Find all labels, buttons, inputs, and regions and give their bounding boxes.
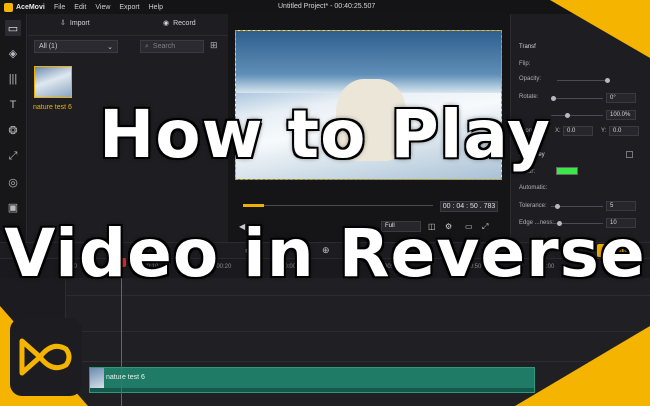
tolerance-label: Tolerance:	[519, 203, 547, 209]
record-icon: ◉	[163, 20, 170, 27]
menu-bar: File Edit View Export Help	[54, 4, 163, 11]
transform-section-title: Transf	[519, 44, 536, 50]
scrubber-track	[243, 205, 433, 206]
app-name: AceMovi	[16, 3, 45, 11]
media-filter-value: All (1)	[39, 43, 58, 50]
app-logo: AceMovi	[0, 2, 48, 12]
audio-wave-icon[interactable]: |||	[5, 71, 21, 87]
automatic-label: Automatic:	[519, 185, 548, 191]
opacity-slider[interactable]	[557, 78, 610, 83]
menu-edit[interactable]: Edit	[74, 4, 86, 11]
tolerance-knob[interactable]	[555, 204, 560, 209]
search-icon: ⌕	[145, 43, 149, 50]
flip-label: Flip:	[519, 61, 531, 67]
window-title: Untitled Project* - 00:40:25.507	[278, 3, 376, 10]
opacity-knob[interactable]	[605, 78, 610, 83]
decor-corner-top-right	[550, 0, 650, 58]
chevron-down-icon: ⌄	[107, 44, 113, 51]
grid-view-icon[interactable]: ⊞	[210, 40, 222, 52]
record-label: Record	[173, 19, 196, 27]
decor-corner-bottom-right	[515, 326, 650, 406]
media-filter-select[interactable]: All (1) ⌄	[34, 40, 118, 53]
layers-icon[interactable]: ◈	[5, 45, 21, 61]
search-placeholder: Search	[152, 43, 176, 50]
opacity-label: Opacity:	[519, 76, 542, 82]
folder-icon[interactable]: ▭	[5, 20, 21, 36]
scrubber-progress	[243, 204, 264, 207]
clip-audio-strip	[90, 388, 534, 392]
menu-export[interactable]: Export	[119, 4, 139, 11]
menu-view[interactable]: View	[95, 4, 110, 11]
headline-line-2: Video in Reverse	[4, 215, 646, 292]
clip-label: nature test 6	[106, 374, 145, 381]
media-tabs: ⇩ Import ◉ Record	[28, 14, 228, 36]
menu-help[interactable]: Help	[149, 4, 163, 11]
filter-icon[interactable]: ◎	[5, 174, 21, 190]
headline-line-1: How to Play	[99, 96, 551, 173]
preview-scrubber[interactable]	[235, 199, 435, 211]
import-button[interactable]: ⇩ Import	[60, 19, 90, 28]
acemovi-brand-icon	[19, 338, 72, 376]
media-search-input[interactable]: ⌕ Search	[140, 40, 204, 53]
timeline-video-clip[interactable]: nature test 6	[89, 367, 535, 393]
tolerance-slider[interactable]	[551, 204, 603, 209]
import-label: Import	[69, 19, 90, 27]
acemovi-logo-icon	[4, 2, 13, 12]
menu-file[interactable]: File	[54, 4, 65, 11]
sticker-icon[interactable]: ▣	[5, 199, 21, 215]
preview-timecode: 00 : 04 : 50 . 783	[440, 201, 498, 212]
import-icon: ⇩	[60, 20, 66, 27]
record-button[interactable]: ◉ Record	[163, 19, 196, 28]
brand-logo	[10, 318, 82, 396]
media-thumbnail[interactable]	[34, 66, 72, 98]
tolerance-value[interactable]: 5	[606, 201, 636, 211]
